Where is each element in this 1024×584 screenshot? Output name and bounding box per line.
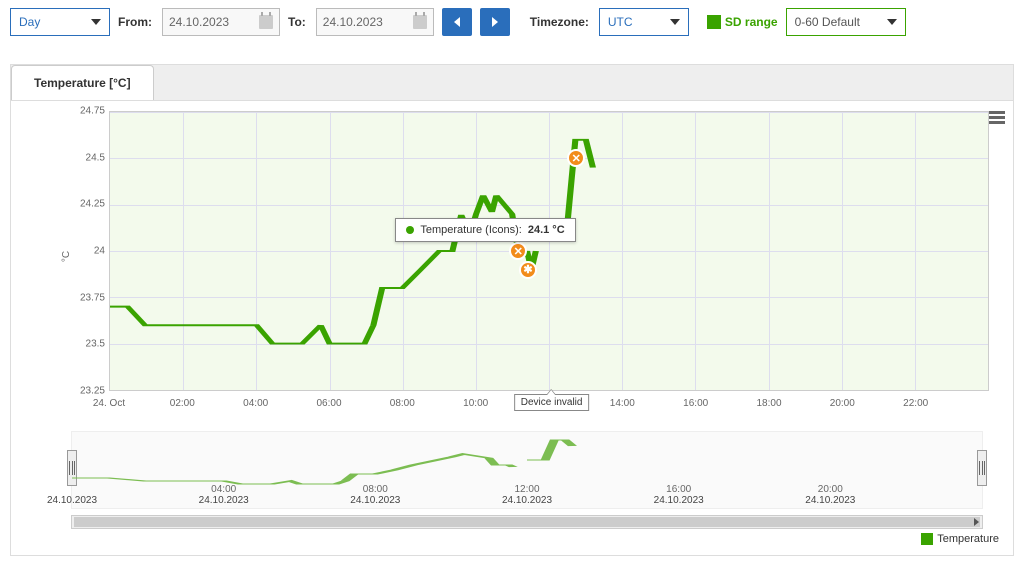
x-tick: 20:00: [830, 398, 855, 409]
chart-tooltip: Temperature (Icons): 24.1 °C: [395, 218, 575, 242]
from-label: From:: [118, 15, 152, 29]
plot-area[interactable]: ✕ ✱ ✕ ✕ Temperature (Icons): 24.1 °C Dev…: [109, 111, 989, 391]
sd-range-select[interactable]: 0-60 Default: [786, 8, 906, 36]
to-date-value: 24.10.2023: [323, 15, 383, 29]
period-select[interactable]: Day: [10, 8, 110, 36]
caret-down-icon: [670, 19, 680, 25]
y-tick: 23.25: [80, 386, 105, 397]
x-tick: 22:00: [903, 398, 928, 409]
x-tick: 10:00: [463, 398, 488, 409]
calendar-icon: [259, 15, 273, 29]
y-tick: 24.5: [86, 152, 105, 163]
nav-tick: 24.10.2023: [805, 495, 855, 506]
x-tick: 24. Oct: [93, 398, 125, 409]
chart-body: °C 24.75 24.5 24.25 24 23.75 23.5 23.25: [61, 111, 993, 411]
x-tick: 04:00: [243, 398, 268, 409]
x-tick: 06:00: [316, 398, 341, 409]
toolbar: Day From: 24.10.2023 To: 24.10.2023 Time…: [0, 0, 1024, 44]
sd-swatch-icon: [707, 15, 721, 29]
chevron-right-icon: [492, 17, 498, 27]
calendar-icon: [413, 15, 427, 29]
nav-tick: 24.10.2023: [654, 495, 704, 506]
tab-temperature[interactable]: Temperature [°C]: [11, 65, 154, 100]
legend: Temperature: [25, 533, 999, 545]
tooltip-series: Temperature (Icons):: [420, 224, 521, 236]
chart-navigator[interactable]: 24.10.2023 04:0024.10.2023 08:0024.10.20…: [71, 431, 983, 509]
timezone-label: Timezone:: [530, 15, 589, 29]
nav-tick: 24.10.2023: [502, 495, 552, 506]
navigator-scrollbar[interactable]: [71, 515, 983, 529]
tab-bar: Temperature [°C]: [10, 64, 1014, 100]
caret-down-icon: [91, 19, 101, 25]
y-tick: 23.5: [86, 339, 105, 350]
x-tick: 18:00: [756, 398, 781, 409]
nav-tick: 24.10.2023: [47, 495, 97, 506]
from-date-input[interactable]: 24.10.2023: [162, 8, 280, 36]
y-tick: 23.75: [80, 292, 105, 303]
marker-icon[interactable]: ✱: [519, 261, 537, 279]
y-axis: 24.75 24.5 24.25 24 23.75 23.5 23.25: [61, 111, 109, 391]
legend-swatch-icon: [921, 533, 933, 545]
scroll-thumb[interactable]: [74, 517, 980, 527]
caret-down-icon: [887, 19, 897, 25]
x-tick: 16:00: [683, 398, 708, 409]
y-tick: 24: [94, 246, 105, 257]
x-tick: 08:00: [390, 398, 415, 409]
next-button[interactable]: [480, 8, 510, 36]
navigator-x-axis: 24.10.2023 04:0024.10.2023 08:0024.10.20…: [72, 492, 982, 508]
sd-range-label: SD range: [725, 15, 778, 29]
y-tick: 24.75: [80, 106, 105, 117]
sd-range-value: 0-60 Default: [795, 15, 860, 29]
tab-label: Temperature [°C]: [34, 76, 131, 90]
period-label: Day: [19, 15, 40, 29]
nav-tick: 24.10.2023: [199, 495, 249, 506]
prev-button[interactable]: [442, 8, 472, 36]
to-label: To:: [288, 15, 306, 29]
timezone-value: UTC: [608, 15, 633, 29]
chart-container: °C 24.75 24.5 24.25 24 23.75 23.5 23.25: [10, 100, 1014, 556]
nav-tick: 24.10.2023: [350, 495, 400, 506]
x-tick: 14:00: [610, 398, 635, 409]
from-date-value: 24.10.2023: [169, 15, 229, 29]
legend-label[interactable]: Temperature: [937, 533, 999, 545]
scroll-right-icon[interactable]: [970, 517, 982, 527]
chevron-left-icon: [454, 17, 460, 27]
marker-icon[interactable]: ✕: [567, 149, 585, 167]
y-tick: 24.25: [80, 199, 105, 210]
tooltip-value: 24.1 °C: [528, 224, 565, 236]
sd-range-indicator: SD range: [707, 15, 778, 29]
temperature-line: [110, 112, 988, 390]
marker-icon[interactable]: ✕: [509, 242, 527, 260]
tooltip-dot-icon: [406, 226, 414, 234]
x-tick: 02:00: [170, 398, 195, 409]
x-axis: 24. Oct 02:00 04:00 06:00 08:00 10:00 14…: [109, 391, 989, 411]
to-date-input[interactable]: 24.10.2023: [316, 8, 434, 36]
timezone-select[interactable]: UTC: [599, 8, 689, 36]
